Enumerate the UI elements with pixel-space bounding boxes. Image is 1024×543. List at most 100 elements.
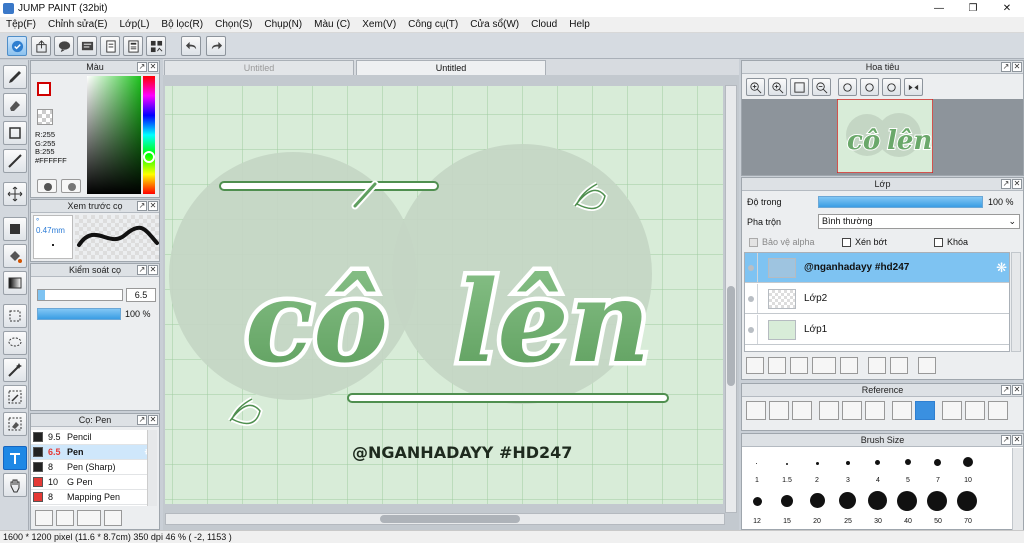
menu-select[interactable]: Chọn(S) [209,17,258,33]
zoom-in-icon[interactable] [746,78,765,96]
close-reference-icon[interactable] [792,401,812,420]
close-button[interactable]: ✕ [990,0,1024,17]
select-pen-tool-icon[interactable] [3,385,27,409]
select-rect-tool-icon[interactable] [3,304,27,328]
rotate-reset-icon[interactable] [860,78,879,96]
brush-tool-icon[interactable] [3,65,27,89]
eyedropper-icon[interactable] [61,179,81,193]
tab-untitled-2[interactable]: Untitled [356,60,546,75]
rotate-left-icon[interactable] [838,78,857,96]
text-tool-icon[interactable] [3,446,27,470]
eye-icon[interactable] [745,315,758,344]
brush-size-slider[interactable] [37,289,123,301]
layer-scrollbar[interactable] [1011,252,1021,352]
menu-cloud[interactable]: Cloud [525,17,563,33]
protect-alpha-checkbox[interactable]: Bảo vệ alpha [749,237,815,248]
brush-menu-icon[interactable] [77,510,101,526]
open-folder-icon[interactable] [769,401,789,420]
navigator-thumbnail[interactable]: cô lên [837,99,933,173]
cloud-icon[interactable] [746,401,766,420]
canvas-horizontal-scrollbar[interactable] [165,513,725,525]
panel-pin-icon[interactable]: ↗ [137,265,147,275]
document-icon[interactable] [100,36,120,56]
menu-view[interactable]: Xem(V) [356,17,402,33]
panel-close-icon[interactable]: ✕ [1012,179,1022,189]
panel-pin-icon[interactable]: ↗ [1001,62,1011,72]
primary-color-swatch[interactable] [37,82,51,96]
brush-item[interactable]: 8 Pen (Sharp) [31,460,155,475]
merge-layer-icon[interactable] [890,357,908,374]
brush-list-scrollbar[interactable] [147,430,157,506]
hand-icon[interactable] [915,401,935,420]
brush-item[interactable]: 9.5 Pencil [31,430,155,445]
menu-tools[interactable]: Công cụ(T) [402,17,464,33]
panel-close-icon[interactable]: ✕ [1012,62,1022,72]
rotate-left-icon[interactable] [942,401,962,420]
panel-close-icon[interactable]: ✕ [148,265,158,275]
brush-opacity-slider[interactable] [37,308,121,320]
layer-row[interactable]: Lớp1 [745,315,1009,345]
fill-rect-tool-icon[interactable] [3,217,27,241]
clip-checkbox[interactable]: Xén bớt [842,237,887,248]
zoom-out-icon[interactable] [865,401,885,420]
menu-window[interactable]: Cửa sổ(W) [464,17,525,33]
panel-pin-icon[interactable]: ↗ [1001,385,1011,395]
cloud-brush-icon[interactable] [35,510,53,526]
menu-color[interactable]: Màu (C) [308,17,356,33]
grid-layout-icon[interactable] [146,36,166,56]
canvas-area[interactable]: cô lên @NGANHADAYY #HD247 [163,75,739,530]
eye-icon[interactable] [745,284,758,313]
navigator-preview-area[interactable]: cô lên [742,99,1023,175]
blend-mode-select[interactable]: Bình thường ⌄ [818,214,1020,229]
bucket-tool-icon[interactable] [3,244,27,268]
line-tool-icon[interactable] [3,149,27,173]
check-icon[interactable] [7,36,27,56]
brush-size-input[interactable]: 6.5 [126,288,156,302]
new-raster-layer-icon[interactable] [768,357,786,374]
lock-checkbox[interactable]: Khóa [934,237,968,248]
layer-row-selected[interactable]: @nganhadayy #hd247 ❋ [745,253,1009,283]
eyedropper-icon[interactable] [892,401,912,420]
fit-screen-icon[interactable] [790,78,809,96]
eraser-tool-icon[interactable] [3,93,27,117]
zoom-out-icon[interactable] [812,78,831,96]
hand-tool-icon[interactable] [3,473,27,497]
magic-wand-tool-icon[interactable] [3,358,27,382]
rectangle-tool-icon[interactable] [3,121,27,145]
panel-pin-icon[interactable]: ↗ [1001,179,1011,189]
maximize-button[interactable]: ❐ [956,0,990,17]
brush-item-selected[interactable]: 6.5Pen❋ [31,445,155,460]
transparent-color-swatch[interactable] [37,109,53,125]
menu-help[interactable]: Help [563,17,596,33]
select-eraser-tool-icon[interactable] [3,412,27,436]
rotate-right-icon[interactable] [988,401,1008,420]
panel-close-icon[interactable]: ✕ [148,201,158,211]
trash-icon[interactable] [918,357,936,374]
hue-slider[interactable] [143,76,155,194]
saturation-value-picker[interactable] [87,76,141,194]
gear-icon[interactable]: ❋ [996,260,1007,276]
panel-close-icon[interactable]: ✕ [1012,435,1022,445]
layer-opacity-slider[interactable] [818,196,983,208]
message-icon[interactable] [77,36,97,56]
color-palette-button[interactable] [37,179,57,193]
add-layer-menu-icon[interactable] [812,357,836,374]
brush-item[interactable]: 10 G Pen [31,475,155,490]
menu-edit[interactable]: Chỉnh sửa(E) [42,17,114,33]
menu-capture[interactable]: Chụp(N) [258,17,308,33]
rotate-right-icon[interactable] [882,78,901,96]
brush-size-scrollbar[interactable] [1012,448,1023,530]
brush-item[interactable]: 8 Mapping Pen [31,490,155,505]
minimize-button[interactable]: — [922,0,956,17]
panel-close-icon[interactable]: ✕ [1012,385,1022,395]
eye-icon[interactable] [745,253,758,282]
panel-pin-icon[interactable]: ↗ [137,415,147,425]
duplicate-layer-icon[interactable] [868,357,886,374]
page-list-icon[interactable] [123,36,143,56]
panel-close-icon[interactable]: ✕ [148,415,158,425]
new-layer-icon[interactable] [746,357,764,374]
folder-icon[interactable] [840,357,858,374]
zoom-in-icon[interactable] [819,401,839,420]
gradient-tool-icon[interactable] [3,271,27,295]
move-tool-icon[interactable] [3,182,27,206]
